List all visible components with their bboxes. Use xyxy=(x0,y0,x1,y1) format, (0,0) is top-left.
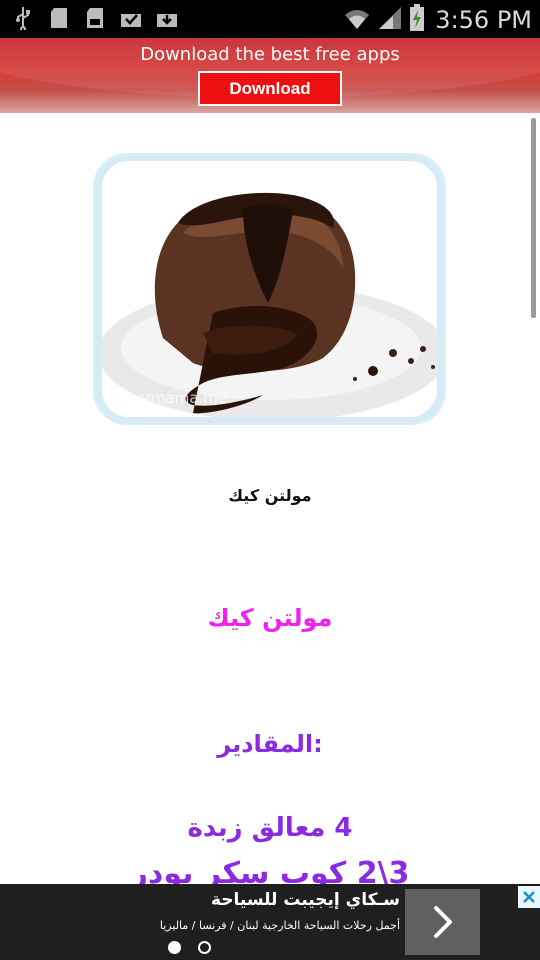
clock: 3:56 PM xyxy=(435,6,532,34)
chevron-right-icon xyxy=(433,906,452,938)
pager-dot-active[interactable] xyxy=(168,941,181,954)
status-bar: 3:56 PM xyxy=(0,0,540,38)
download-button[interactable]: Download xyxy=(198,71,342,106)
notification-icons xyxy=(12,6,178,30)
scrollbar[interactable] xyxy=(531,118,536,318)
recipe-title: مولتن كيك xyxy=(207,604,333,632)
battery-charging-icon xyxy=(409,4,425,36)
download-icon xyxy=(156,6,178,30)
ad-title: سـكاي إيجيبت للسياحة xyxy=(210,890,400,910)
ad-close-button[interactable] xyxy=(518,886,540,908)
ingredients-heading: :المقادير xyxy=(217,730,323,758)
ad-subtitle: أجمل رحلات السياحة الخارجية لبنان / فرنس… xyxy=(159,919,400,932)
usb-icon xyxy=(12,6,34,30)
pager-dot[interactable] xyxy=(198,941,211,954)
close-icon xyxy=(523,891,535,903)
recipe-image: supermama.me xyxy=(93,153,446,425)
image-watermark: supermama.me xyxy=(109,389,227,407)
image-caption: مولتن كيك xyxy=(228,486,312,505)
signal-icon xyxy=(377,5,403,35)
wifi-icon xyxy=(343,5,371,35)
top-ad-banner[interactable]: Download the best free apps Download xyxy=(0,38,540,113)
sd-card-icon xyxy=(48,6,70,30)
ad-title: Download the best free apps xyxy=(140,44,400,65)
ingredient-item: 4 معالق زبدة xyxy=(187,813,353,843)
ad-next-button[interactable] xyxy=(405,889,480,955)
system-icons: 3:56 PM xyxy=(343,4,532,36)
sd-card-alt-icon xyxy=(84,6,106,30)
download-done-icon xyxy=(120,6,142,30)
